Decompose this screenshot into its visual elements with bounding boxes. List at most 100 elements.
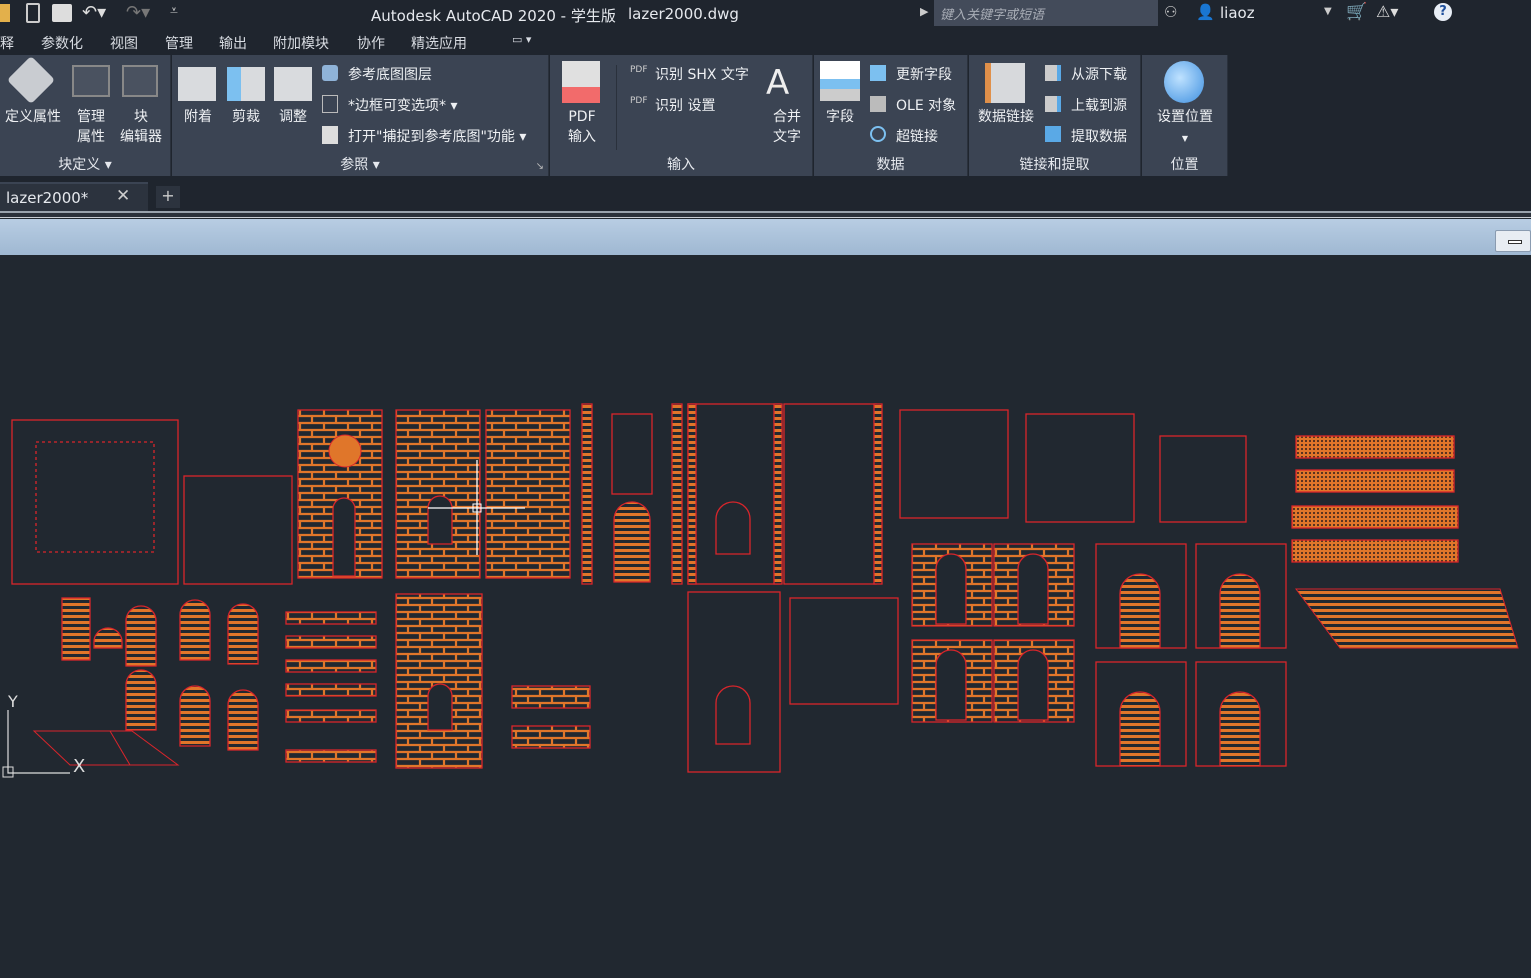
tab-addins[interactable]: 附加模块 [273, 33, 329, 53]
arch-opening [179, 685, 211, 747]
attach-button[interactable]: 附着 [176, 107, 220, 127]
ole-object-button[interactable]: OLE 对象 [896, 95, 956, 115]
dialog-launcher-icon[interactable]: ↘ [536, 161, 544, 172]
block-editor-button[interactable]: 块 编辑器 [116, 107, 166, 147]
panel-label[interactable]: 块定义 ▾ [0, 154, 170, 174]
download-source-icon [1045, 65, 1061, 81]
globe-icon [1164, 61, 1204, 103]
x-axis-label: X [73, 756, 85, 777]
document-tab[interactable]: lazer2000* ✕ [0, 182, 148, 211]
minimize-button[interactable] [1495, 230, 1531, 252]
set-location-button[interactable]: 设置位置 ▼ [1142, 107, 1228, 149]
new-tab-plus-icon[interactable]: + [156, 186, 180, 208]
post [687, 403, 697, 585]
field-icon [820, 61, 860, 101]
block-editor-icon [122, 65, 158, 97]
beam [285, 611, 377, 625]
user-name[interactable]: liaoz [1220, 4, 1255, 22]
arch-opening [125, 605, 157, 667]
brick-wall [395, 409, 481, 579]
combine-text-button[interactable]: 合并 文字 [764, 107, 810, 147]
upload-source-button[interactable]: 上载到源 [1071, 95, 1127, 115]
chevron-down-icon: ▼ [1181, 134, 1189, 143]
combine-text-icon: A [766, 63, 790, 103]
expand-icon[interactable]: ▶ [920, 5, 928, 18]
open-icon[interactable] [0, 4, 10, 22]
arch-opening [935, 649, 967, 721]
ribbon-toggle-icon[interactable]: ▭ ▾ [512, 33, 531, 46]
tab-view[interactable]: 视图 [110, 33, 138, 53]
save-icon[interactable] [26, 3, 40, 23]
download-source-button[interactable]: 从源下载 [1071, 64, 1127, 84]
roof-truss [1295, 588, 1519, 649]
base-plate-inner [35, 441, 155, 553]
help-icon[interactable]: ? [1434, 3, 1452, 21]
attach-icon [178, 67, 216, 101]
extract-data-button[interactable]: 提取数据 [1071, 126, 1127, 146]
tab-annotate[interactable]: 释 [0, 33, 14, 53]
panel-title: 块定义 [58, 157, 101, 173]
frames-vary-label: *边框可变选项* [348, 98, 446, 114]
tab-collaborate[interactable]: 协作 [357, 33, 385, 53]
print-icon[interactable] [52, 4, 72, 22]
extract-data-icon [1045, 126, 1061, 142]
frames-vary-button[interactable]: *边框可变选项* ▾ [348, 95, 457, 115]
panel-link-extract: 数据链接 从源下载 上载到源 提取数据 链接和提取 [969, 55, 1141, 176]
tab-output[interactable]: 输出 [219, 33, 247, 53]
cart-icon[interactable]: 🛒 [1346, 2, 1367, 22]
pdf-import-button[interactable]: PDF 输入 [558, 107, 606, 147]
ribbon-tabs: 释 参数化 视图 管理 输出 附加模块 协作 精选应用 ▭ ▾ [0, 28, 1531, 55]
ole-object-icon [870, 96, 886, 112]
tab-manage[interactable]: 管理 [165, 33, 193, 53]
panel-location: 设置位置 ▼ 位置 [1142, 55, 1228, 176]
frame [611, 413, 653, 495]
pdf-import-icon [562, 61, 600, 103]
frame [687, 403, 781, 585]
arch-opening [935, 553, 967, 625]
recognize-settings-icon: PDF [630, 96, 648, 106]
update-fields-button[interactable]: 更新字段 [896, 64, 952, 84]
binoculars-icon[interactable]: ⚇ [1164, 3, 1177, 21]
strip [1291, 539, 1459, 563]
panel-title: 输入 [667, 157, 695, 173]
tab-featured-apps[interactable]: 精选应用 [411, 33, 467, 53]
update-fields-icon [870, 65, 886, 81]
underlay-layers-icon [322, 65, 338, 81]
hyperlink-button[interactable]: 超链接 [896, 126, 938, 146]
panel-block-definition: 定义属性 管理 属性 块 编辑器 块定义 ▾ [0, 55, 171, 176]
snap-underlay-button[interactable]: 打开"捕捉到参考底图"功能 ▾ [348, 126, 526, 146]
viewport-header [0, 219, 1531, 255]
recognize-shx-button[interactable]: 识别 SHX 文字 [655, 64, 749, 84]
redo-icon[interactable]: ↷▾ [126, 2, 150, 23]
user-icon[interactable]: 👤 [1196, 3, 1215, 21]
arch-opening [227, 689, 259, 751]
beam [511, 685, 591, 709]
autodesk-360-icon[interactable]: ⚠▾ [1376, 2, 1398, 21]
define-attribute-button[interactable]: 定义属性 [2, 107, 64, 127]
chevron-down-icon[interactable]: ▼ [1324, 6, 1332, 17]
adjust-icon [274, 67, 312, 101]
arch-opening [93, 627, 123, 649]
plate [1159, 435, 1247, 523]
adjust-button: 调整 [279, 109, 307, 125]
recognize-settings-button[interactable]: 识别 设置 [655, 95, 715, 115]
field-button[interactable]: 字段 [818, 107, 862, 127]
undo-icon[interactable]: ↶▾ [82, 2, 106, 23]
data-link-button[interactable]: 数据链接 [971, 107, 1041, 127]
tab-parametric[interactable]: 参数化 [41, 33, 83, 53]
arch-opening [1219, 573, 1261, 649]
clip-button[interactable]: 剪裁 [224, 107, 268, 127]
close-icon[interactable]: ✕ [116, 186, 130, 206]
panel-label[interactable]: 参照 ▾ [172, 154, 548, 174]
y-axis-label: Y [7, 692, 18, 711]
beam [511, 725, 591, 749]
title-bar: ↶▾ ↷▾ ⩡ Autodesk AutoCAD 2020 - 学生版 laze… [0, 0, 1531, 28]
customize-icon[interactable]: ⩡ [170, 3, 178, 19]
plate [789, 597, 899, 705]
drawing-canvas[interactable]: Y X [0, 255, 1531, 978]
search-input[interactable]: 键入关键字或短语 [934, 0, 1158, 26]
define-attribute-icon [6, 55, 56, 105]
underlay-layers-button[interactable]: 参考底图图层 [348, 64, 432, 84]
ribbon: 定义属性 管理 属性 块 编辑器 块定义 ▾ 附着 剪裁 调整 参考底图图层 *… [0, 55, 1531, 177]
manage-attributes-button[interactable]: 管理 属性 [68, 107, 114, 147]
